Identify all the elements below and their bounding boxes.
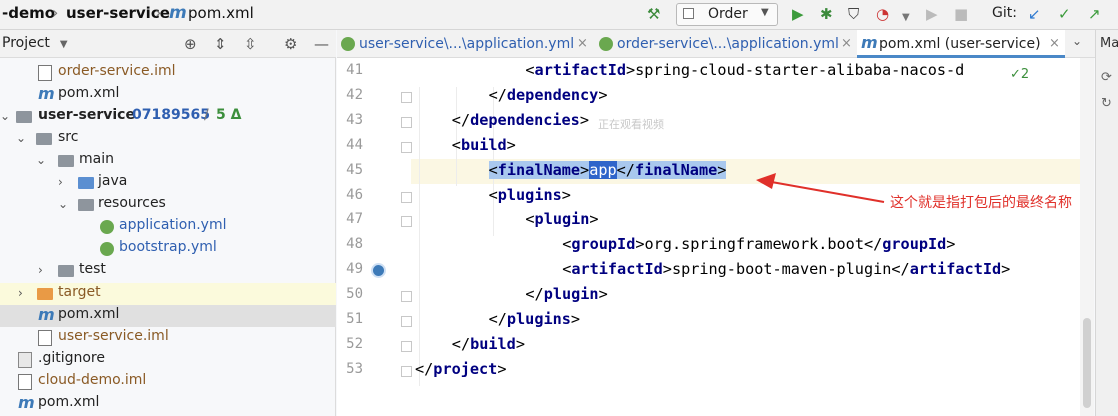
maven-tool-window-label[interactable]: Ma <box>1100 36 1118 51</box>
annotation-text: 这个就是指打包后的最终名称 <box>890 195 1072 211</box>
refresh-icon[interactable]: ⟳ <box>1101 70 1112 85</box>
right-tool-strip: Ma ⟳ ↻ <box>1095 30 1118 416</box>
reload-icon[interactable]: ↻ <box>1101 96 1112 111</box>
annotation-arrow-line <box>765 180 885 203</box>
annotation-arrow-head <box>756 173 776 189</box>
